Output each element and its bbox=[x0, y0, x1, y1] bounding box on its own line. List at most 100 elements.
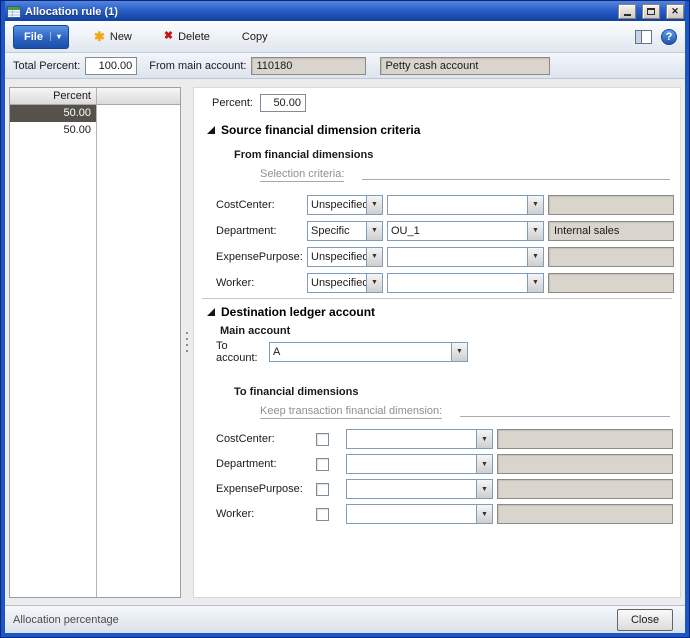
expensepurpose-mode-select[interactable]: Unspecified ▼ bbox=[307, 247, 383, 267]
close-button[interactable]: Close bbox=[617, 609, 673, 631]
close-icon: ✕ bbox=[671, 7, 679, 16]
destination-dimension-row: Department: ▼ bbox=[216, 454, 680, 474]
file-menu-label: File bbox=[24, 31, 43, 43]
worker-value-select[interactable]: ▼ bbox=[387, 273, 544, 293]
source-dimension-row: CostCenter: Unspecified ▼ ▼ bbox=[216, 194, 680, 215]
section-divider bbox=[202, 298, 672, 299]
destination-section-header[interactable]: Destination ledger account bbox=[207, 305, 680, 319]
grid-row[interactable]: 50.00 bbox=[10, 105, 180, 122]
dropdown-arrow-icon[interactable]: ▼ bbox=[527, 196, 543, 214]
department-value-select[interactable]: OU_1 ▼ bbox=[387, 221, 544, 241]
percent-cell: 50.00 bbox=[10, 122, 96, 139]
dimension-label: Department: bbox=[216, 458, 316, 470]
worker-mode-select[interactable]: Unspecified ▼ bbox=[307, 273, 383, 293]
expensepurpose-keep-checkbox[interactable] bbox=[316, 483, 329, 496]
dimension-description-field bbox=[497, 454, 673, 474]
dimension-description-field bbox=[548, 195, 674, 215]
dimension-label: CostCenter: bbox=[216, 199, 307, 211]
worker-keep-checkbox[interactable] bbox=[316, 508, 329, 521]
detail-panel: Percent: Source financial dimension crit… bbox=[193, 87, 681, 598]
criteria-rule-line bbox=[362, 179, 670, 180]
from-main-account-field: 110180 bbox=[251, 57, 366, 75]
copy-button-label: Copy bbox=[242, 31, 268, 43]
main-account-name-field: Petty cash account bbox=[380, 57, 550, 75]
source-section-title: Source financial dimension criteria bbox=[221, 123, 420, 137]
title-bar: Allocation rule (1) ✕ bbox=[5, 1, 685, 21]
layout-panes-icon[interactable] bbox=[635, 30, 652, 44]
chevron-down-icon: ▾ bbox=[50, 32, 61, 41]
delete-button[interactable]: ✖ Delete bbox=[157, 25, 217, 49]
keep-dimension-row: Keep transaction financial dimension: bbox=[260, 405, 670, 419]
destination-dimension-row: CostCenter: ▼ bbox=[216, 429, 680, 449]
grid-column-divider bbox=[96, 88, 97, 597]
percent-field[interactable] bbox=[260, 94, 306, 112]
dimension-description-field bbox=[548, 273, 674, 293]
dropdown-arrow-icon[interactable]: ▼ bbox=[366, 248, 382, 266]
to-account-row: To account: A ▼ bbox=[216, 341, 680, 362]
window-title: Allocation rule (1) bbox=[25, 6, 612, 18]
costcenter-keep-checkbox[interactable] bbox=[316, 433, 329, 446]
new-button[interactable]: ✱ New bbox=[87, 25, 139, 49]
dimension-description-field bbox=[497, 479, 673, 499]
window-client-area: File ▾ ✱ New ✖ Delete Copy ? Total Perce… bbox=[5, 21, 685, 633]
minimize-icon bbox=[624, 14, 631, 16]
dropdown-arrow-icon[interactable]: ▼ bbox=[476, 455, 492, 473]
file-menu-button[interactable]: File ▾ bbox=[13, 25, 69, 49]
grid-header: Percent bbox=[10, 88, 180, 105]
delete-button-label: Delete bbox=[178, 31, 210, 43]
header-strip: Total Percent: From main account: 110180… bbox=[5, 53, 685, 79]
destination-dimension-row: Worker: ▼ bbox=[216, 504, 680, 524]
dropdown-arrow-icon[interactable]: ▼ bbox=[527, 222, 543, 240]
costcenter-mode-select[interactable]: Unspecified ▼ bbox=[307, 195, 383, 215]
total-percent-field[interactable] bbox=[85, 57, 137, 75]
percent-column-header[interactable]: Percent bbox=[10, 88, 96, 104]
expensepurpose-destination-select[interactable]: ▼ bbox=[346, 479, 493, 499]
source-dimension-row: ExpensePurpose: Unspecified ▼ ▼ bbox=[216, 246, 680, 267]
allocation-rule-window: Allocation rule (1) ✕ File ▾ ✱ New ✖ Del… bbox=[0, 0, 690, 638]
status-text: Allocation percentage bbox=[13, 614, 617, 626]
dropdown-arrow-icon[interactable]: ▼ bbox=[366, 196, 382, 214]
selection-criteria-label: Selection criteria: bbox=[260, 168, 344, 182]
dropdown-arrow-icon[interactable]: ▼ bbox=[476, 430, 492, 448]
splitter-grip-icon bbox=[186, 332, 188, 352]
worker-destination-select[interactable]: ▼ bbox=[346, 504, 493, 524]
to-dimensions-heading: To financial dimensions bbox=[234, 386, 680, 398]
dropdown-arrow-icon[interactable]: ▼ bbox=[451, 343, 467, 361]
dropdown-arrow-icon[interactable]: ▼ bbox=[527, 248, 543, 266]
dropdown-arrow-icon[interactable]: ▼ bbox=[527, 274, 543, 292]
from-main-account-label: From main account: bbox=[149, 60, 246, 72]
grid-row[interactable]: 50.00 bbox=[10, 122, 180, 139]
maximize-button[interactable] bbox=[642, 4, 660, 19]
costcenter-destination-select[interactable]: ▼ bbox=[346, 429, 493, 449]
minimize-button[interactable] bbox=[618, 4, 636, 19]
dropdown-arrow-icon[interactable]: ▼ bbox=[366, 274, 382, 292]
dimension-label: ExpensePurpose: bbox=[216, 483, 316, 495]
to-account-select[interactable]: A ▼ bbox=[269, 342, 468, 362]
grid-splitter[interactable] bbox=[181, 87, 193, 598]
keep-dimension-label: Keep transaction financial dimension: bbox=[260, 405, 442, 419]
criteria-rule-line bbox=[460, 416, 670, 417]
dimension-label: Worker: bbox=[216, 508, 316, 520]
main-account-heading: Main account bbox=[220, 325, 680, 337]
dropdown-arrow-icon[interactable]: ▼ bbox=[366, 222, 382, 240]
body: Percent 50.00 50.00 Percent: bbox=[5, 79, 685, 605]
selection-criteria-row: Selection criteria: bbox=[260, 168, 670, 182]
source-dimension-row: Department: Specific ▼ OU_1 ▼ Internal s… bbox=[216, 220, 680, 241]
to-account-label: To account: bbox=[216, 340, 269, 364]
close-window-button[interactable]: ✕ bbox=[666, 4, 684, 19]
maximize-icon bbox=[647, 8, 655, 15]
expensepurpose-value-select[interactable]: ▼ bbox=[387, 247, 544, 267]
dropdown-arrow-icon[interactable]: ▼ bbox=[476, 505, 492, 523]
toolbar-right-group: ? bbox=[635, 29, 677, 45]
department-destination-select[interactable]: ▼ bbox=[346, 454, 493, 474]
help-icon[interactable]: ? bbox=[661, 29, 677, 45]
dropdown-arrow-icon[interactable]: ▼ bbox=[476, 480, 492, 498]
department-keep-checkbox[interactable] bbox=[316, 458, 329, 471]
source-section-header[interactable]: Source financial dimension criteria bbox=[207, 123, 680, 137]
dimension-description-field bbox=[497, 504, 673, 524]
costcenter-value-select[interactable]: ▼ bbox=[387, 195, 544, 215]
source-dimension-row: Worker: Unspecified ▼ ▼ bbox=[216, 272, 680, 293]
department-mode-select[interactable]: Specific ▼ bbox=[307, 221, 383, 241]
copy-button[interactable]: Copy bbox=[235, 25, 275, 49]
empty-column-header[interactable] bbox=[96, 88, 180, 104]
